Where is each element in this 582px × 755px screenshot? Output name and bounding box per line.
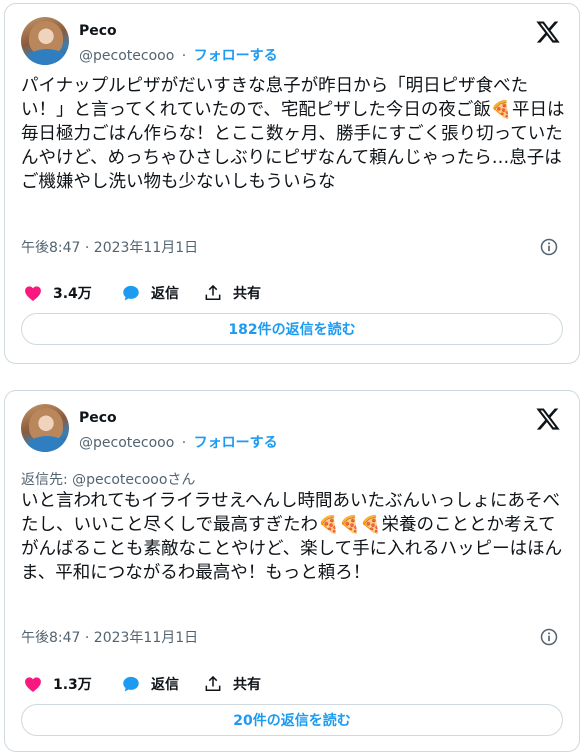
tweet-text-part: パイナップルピザがだいすきな息子が昨日から「明日ピザ食べたい！」と言ってくれてい… <box>21 76 529 120</box>
reply-to-label[interactable]: 返信先: @pecotecoooさん <box>21 469 195 489</box>
read-replies-button[interactable]: 182件の返信を読む <box>21 313 563 345</box>
avatar-body <box>27 49 67 65</box>
tweet-text: いと言われてもイライラせえへんし時間あいたぶんいっしょにあそべたし、いいこと尽く… <box>21 489 567 585</box>
info-icon[interactable] <box>539 237 559 257</box>
share-icon <box>205 675 221 691</box>
tweet-header: Peco @pecotecooo · フォローする <box>21 404 563 452</box>
pizza-emoji: 🍕 <box>490 100 513 120</box>
speech-bubble-icon <box>123 285 139 301</box>
tweet-actions: 1.3万 返信 共有 <box>21 672 563 696</box>
author-handle[interactable]: @pecotecooo <box>79 435 174 451</box>
x-logo-icon[interactable] <box>535 19 561 45</box>
avatar-body <box>27 436 67 452</box>
x-logo-icon[interactable] <box>535 406 561 432</box>
tweet-actions: 3.4万 返信 共有 <box>21 281 563 305</box>
reply-label: 返信 <box>151 286 179 302</box>
read-replies-button[interactable]: 20件の返信を読む <box>21 704 563 736</box>
handle-row: @pecotecooo · フォローする <box>79 45 278 65</box>
handle-row: @pecotecooo · フォローする <box>79 432 278 452</box>
reply-button[interactable]: 返信 <box>121 672 179 696</box>
reply-label: 返信 <box>151 677 179 693</box>
speech-bubble-icon <box>123 676 139 692</box>
tweet-header: Peco @pecotecooo · フォローする <box>21 17 563 65</box>
share-button[interactable]: 共有 <box>203 672 261 696</box>
tweet-meta: 午後8:47 · 2023年11月1日 <box>21 237 563 257</box>
avatar[interactable] <box>21 404 69 452</box>
info-icon[interactable] <box>539 627 559 647</box>
share-icon <box>205 284 221 300</box>
share-button[interactable]: 共有 <box>203 281 261 305</box>
reply-button[interactable]: 返信 <box>121 281 179 305</box>
separator-dot: · <box>181 48 187 64</box>
author-name[interactable]: Peco <box>79 23 117 39</box>
author-name[interactable]: Peco <box>79 410 117 426</box>
share-label: 共有 <box>233 677 261 693</box>
tweet-meta: 午後8:47 · 2023年11月1日 <box>21 627 563 647</box>
avatar[interactable] <box>21 17 69 65</box>
timestamp[interactable]: 午後8:47 · 2023年11月1日 <box>21 240 198 256</box>
follow-button[interactable]: フォローする <box>194 435 278 451</box>
like-button[interactable]: 1.3万 <box>23 672 92 696</box>
share-label: 共有 <box>233 286 261 302</box>
like-count: 1.3万 <box>53 677 92 693</box>
like-button[interactable]: 3.4万 <box>23 281 92 305</box>
follow-button[interactable]: フォローする <box>194 48 278 64</box>
tweet-card[interactable]: Peco @pecotecooo · フォローする パイナップルピザがだいすきな… <box>4 3 580 364</box>
tweet-card[interactable]: Peco @pecotecooo · フォローする 返信先: @pecoteco… <box>4 390 580 752</box>
like-count: 3.4万 <box>53 286 92 302</box>
heart-icon <box>25 286 41 301</box>
tweet-text: パイナップルピザがだいすきな息子が昨日から「明日ピザ食べたい！」と言ってくれてい… <box>21 74 567 194</box>
pizza-emoji: 🍕🍕🍕 <box>317 515 382 535</box>
timestamp[interactable]: 午後8:47 · 2023年11月1日 <box>21 630 198 646</box>
author-handle[interactable]: @pecotecooo <box>79 48 174 64</box>
separator-dot: · <box>181 435 187 451</box>
heart-icon <box>25 677 41 692</box>
